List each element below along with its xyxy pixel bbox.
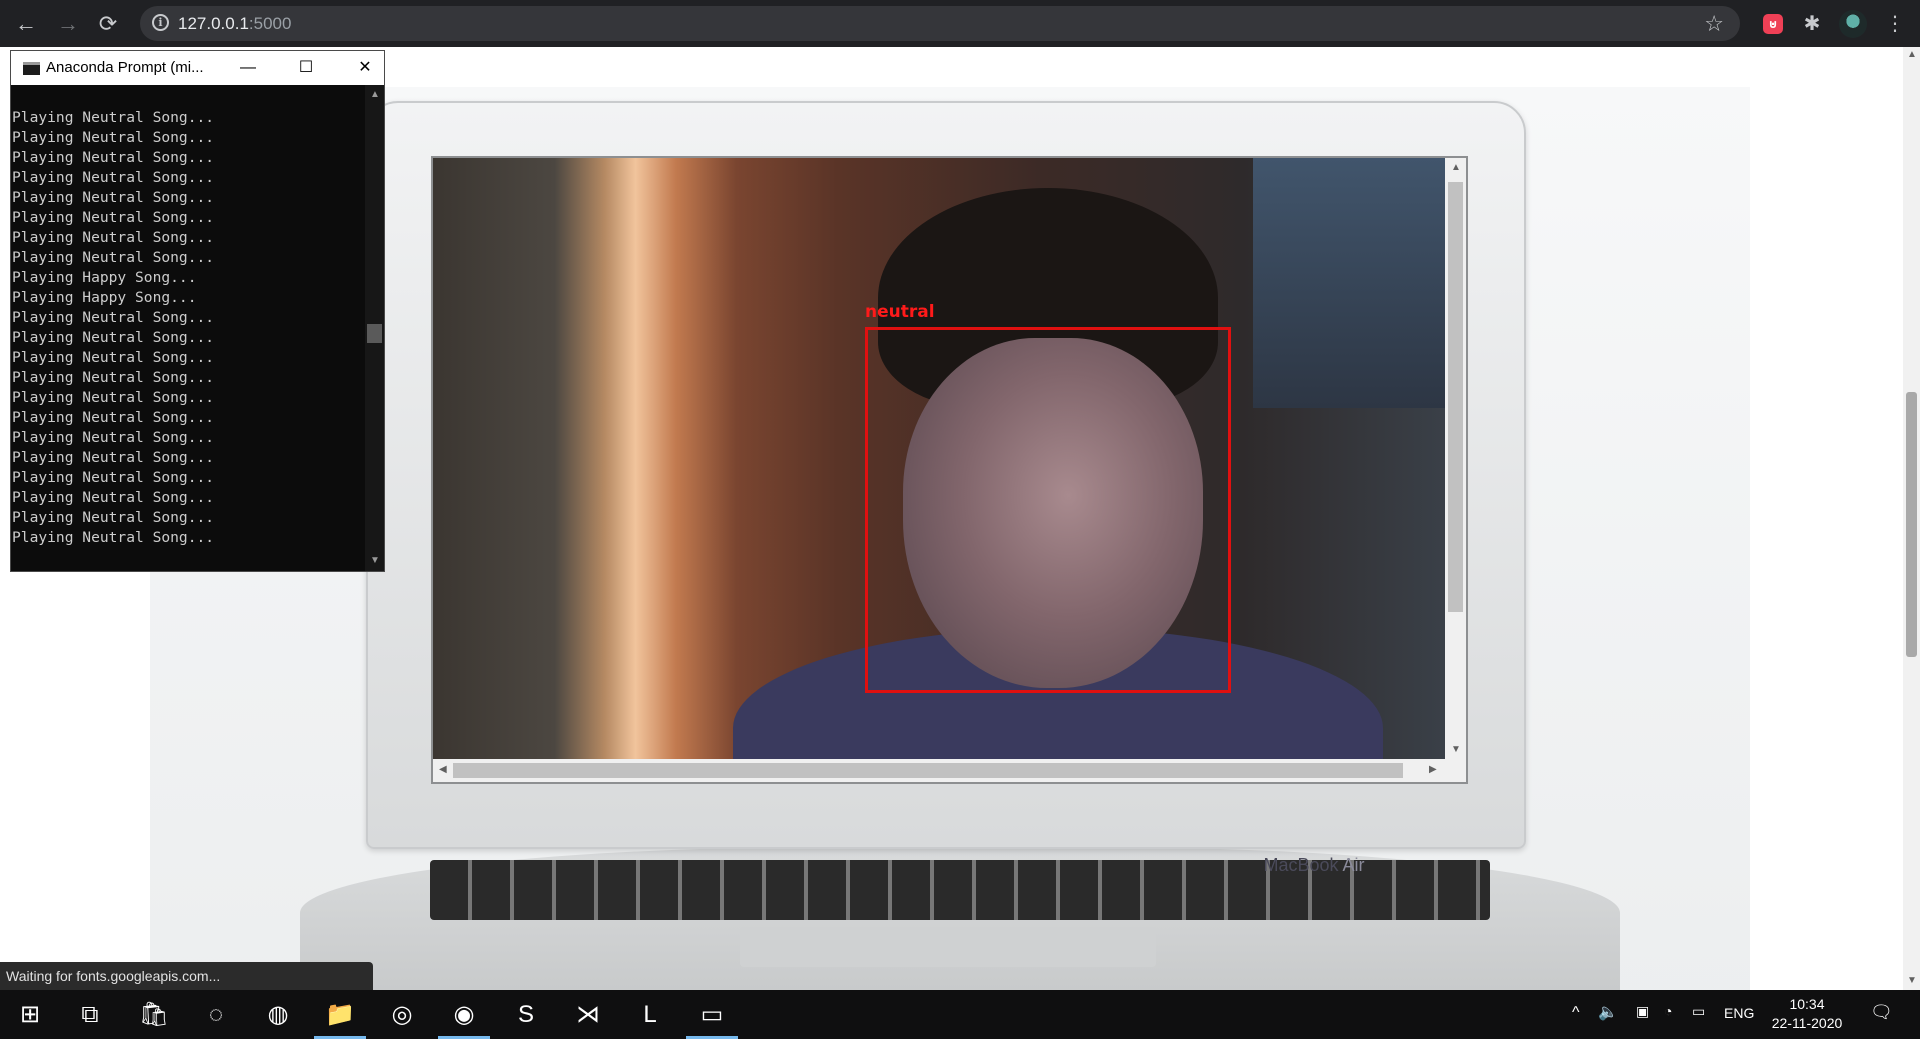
url-text[interactable]: 127.0.0.1:5000 (178, 6, 291, 41)
brand-air: Air (1338, 855, 1365, 875)
terminal-line: Playing Neutral Song... (12, 509, 215, 526)
terminal-line: Playing Neutral Song... (12, 309, 215, 326)
window-title-bar[interactable]: Anaconda Prompt (mi... — ☐ ✕ (11, 51, 384, 85)
pocket-extension-icon[interactable]: ⊍ (1758, 9, 1788, 39)
browser-menu-icon[interactable]: ⋮ (1880, 9, 1910, 39)
terminal-line: Playing Neutral Song... (12, 189, 215, 206)
video-horizontal-scrollbar[interactable]: ◀ ▶ (433, 759, 1445, 782)
site-info-icon[interactable]: i (152, 14, 169, 31)
clock-date: 22-11-2020 (1771, 1015, 1843, 1031)
close-button[interactable]: ✕ (342, 51, 388, 85)
browser-toolbar: ← → ⟳ i 127.0.0.1:5000 ☆ ⊍ ✱ ⋮ (0, 0, 1920, 47)
scroll-up-arrow-icon[interactable]: ▲ (1451, 162, 1461, 173)
terminal-line: Playing Neutral Song... (12, 529, 215, 546)
video-frame-container: neutral ▲ ▼ ◀ ▶ (431, 156, 1468, 784)
profile-avatar[interactable] (1838, 9, 1868, 39)
terminal-line: Playing Neutral Song... (12, 249, 215, 266)
avatar (1839, 10, 1867, 38)
notification-center-icon[interactable]: 🗨 (1870, 1002, 1893, 1023)
terminal-line: Playing Neutral Song... (12, 169, 215, 186)
terminal-line: Playing Neutral Song... (12, 489, 215, 506)
bookmark-star-icon[interactable]: ☆ (1704, 11, 1724, 37)
battery-icon[interactable]: ▭ (1692, 1003, 1705, 1020)
volume-icon[interactable]: 🔈 (1598, 1002, 1618, 1022)
terminal-scrollbar[interactable]: ▲ ▼ (365, 85, 384, 571)
scroll-down-arrow-icon[interactable]: ▼ (1907, 975, 1917, 986)
url-port: :5000 (248, 14, 292, 33)
scroll-down-arrow-icon[interactable]: ▼ (1451, 744, 1461, 755)
wifi-icon[interactable]: ◔ (1664, 1003, 1672, 1019)
back-button[interactable]: ← (10, 8, 42, 40)
task-view-button[interactable]: ⧉ (60, 990, 120, 1039)
scroll-up-arrow-icon[interactable]: ▲ (370, 89, 380, 100)
minimize-button[interactable]: — (225, 51, 271, 85)
terminal-output[interactable]: Playing Neutral Song... Playing Neutral S… (12, 108, 367, 548)
scroll-left-arrow-icon[interactable]: ◀ (439, 764, 447, 775)
taskbar-clock[interactable]: 10:34 22-11-2020 (1762, 995, 1852, 1033)
windows-taskbar: ^ 🔈 ▣ ◔ ▭ ENG 10:34 22-11-2020 🗨 ⊞ ⧉ 🛍 ◌ ◍ 📁 ◎… (0, 990, 1920, 1039)
vscode-icon[interactable]: ⋊ (558, 990, 618, 1039)
terminal-line: Playing Neutral Song... (12, 329, 215, 346)
terminal-line: Playing Happy Song... (12, 289, 197, 306)
terminal-line: Playing Neutral Song... (12, 349, 215, 366)
scroll-right-arrow-icon[interactable]: ▶ (1429, 764, 1437, 775)
scroll-thumb[interactable] (453, 763, 1403, 778)
terminal-line: Playing Neutral Song... (12, 109, 215, 126)
laptop-trackpad (740, 927, 1156, 967)
terminal-line: Playing Neutral Song... (12, 209, 215, 226)
keyboard-icon[interactable]: ▣ (1636, 1003, 1649, 1020)
sublime-text-icon[interactable]: S (496, 990, 556, 1039)
terminal-line: Playing Neutral Song... (12, 449, 215, 466)
media-app-icon[interactable]: ◎ (372, 990, 432, 1039)
scroll-up-arrow-icon[interactable]: ▲ (1907, 49, 1917, 60)
terminal-line: Playing Neutral Song... (12, 149, 215, 166)
webcam-video-feed: neutral (433, 158, 1445, 759)
store-icon[interactable]: 🛍 (124, 990, 184, 1039)
scroll-thumb[interactable] (1906, 392, 1917, 657)
clock-time: 10:34 (1789, 996, 1825, 1012)
page-vertical-scrollbar[interactable]: ▲ ▼ (1903, 47, 1920, 990)
tray-chevron-icon[interactable]: ^ (1572, 1004, 1580, 1022)
background-window (1253, 158, 1445, 408)
language-indicator[interactable]: ENG (1724, 1005, 1754, 1021)
maximize-button[interactable]: ☐ (283, 51, 329, 85)
start-button[interactable]: ⊞ (0, 990, 60, 1039)
laptop-brand: MacBook Air (368, 855, 1920, 876)
scroll-thumb[interactable] (1448, 182, 1463, 612)
window-title: Anaconda Prompt (mi... (46, 59, 204, 76)
scroll-down-arrow-icon[interactable]: ▼ (370, 555, 380, 566)
reload-button[interactable]: ⟳ (92, 8, 124, 40)
terminal-line: Playing Neutral Song... (12, 409, 215, 426)
forward-button[interactable]: → (52, 8, 84, 40)
chrome-icon[interactable]: ◉ (434, 990, 494, 1039)
extensions-icon[interactable]: ✱ (1797, 9, 1827, 39)
terminal-line: Playing Neutral Song... (12, 229, 215, 246)
firefox-icon[interactable]: ◍ (248, 990, 308, 1039)
video-vertical-scrollbar[interactable]: ▲ ▼ (1445, 158, 1466, 759)
face-bounding-box (865, 327, 1231, 693)
loader-app-icon[interactable]: ◌ (186, 990, 246, 1039)
terminal-line: Playing Neutral Song... (12, 129, 215, 146)
terminal-icon[interactable]: ▭ (682, 990, 742, 1039)
pocket-icon: ⊍ (1763, 14, 1783, 34)
file-explorer-icon[interactable]: 📁 (310, 990, 370, 1039)
emotion-label: neutral (865, 302, 935, 322)
address-bar[interactable]: i 127.0.0.1:5000 ☆ (140, 6, 1740, 41)
terminal-line: Playing Neutral Song... (12, 389, 215, 406)
terminal-line: Playing Neutral Song... (12, 369, 215, 386)
l-app-icon[interactable]: L (620, 990, 680, 1039)
brand-macbook: MacBook (1263, 855, 1339, 875)
terminal-line: Playing Neutral Song... (12, 429, 215, 446)
anaconda-prompt-window[interactable]: Anaconda Prompt (mi... — ☐ ✕ Playing Neu… (10, 50, 385, 572)
scroll-thumb[interactable] (367, 324, 382, 343)
browser-status-bubble: Waiting for fonts.googleapis.com... (0, 962, 373, 990)
terminal-line: Playing Neutral Song... (12, 469, 215, 486)
terminal-line: Playing Happy Song... (12, 269, 197, 286)
url-host: 127.0.0.1 (178, 14, 249, 33)
console-icon (23, 62, 40, 75)
